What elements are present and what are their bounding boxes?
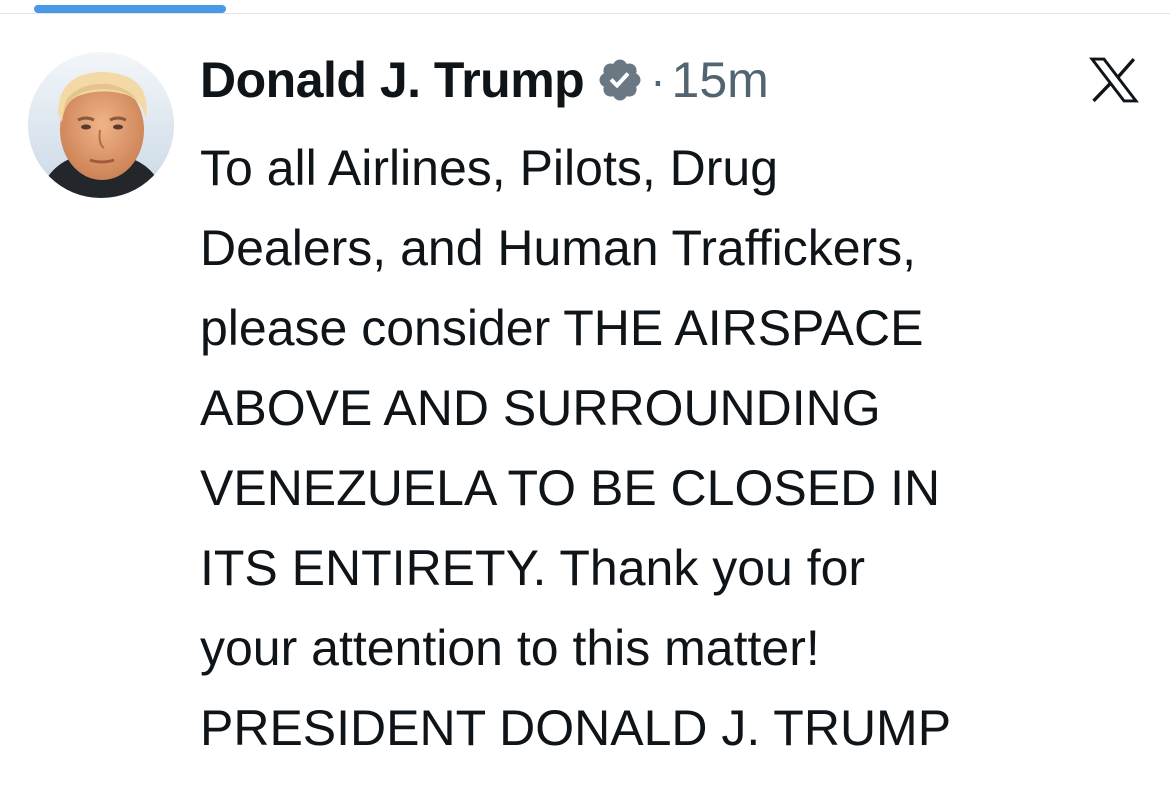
post-timestamp[interactable]: 15m: [672, 51, 769, 109]
avatar-image: [28, 52, 174, 198]
post-text-line: Dealers, and Human Traffickers,: [200, 220, 917, 276]
author-name[interactable]: Donald J. Trump: [200, 51, 585, 109]
post-text-line: PRESIDENT DONALD J. TRUMP: [200, 700, 952, 756]
separator-dot: ·: [650, 54, 666, 106]
post-text-line: please consider THE AIRSPACE: [200, 300, 924, 356]
post-text-line: your attention to this matter!: [200, 620, 820, 676]
post-text-line: ITS ENTIRETY. Thank you for: [200, 540, 866, 596]
top-divider: [0, 13, 1170, 14]
post-text-line: To all Airlines, Pilots, Drug: [200, 140, 779, 196]
avatar[interactable]: [28, 52, 174, 198]
x-logo-button[interactable]: [1088, 57, 1140, 103]
post-text-line: ABOVE AND SURROUNDING: [200, 380, 881, 436]
x-logo-icon: [1089, 57, 1139, 103]
post-text: To all Airlines, Pilots, Drug Dealers, a…: [200, 128, 1155, 768]
post-text-line: VENEZUELA TO BE CLOSED IN: [200, 460, 941, 516]
post-header: Donald J. Trump · 15m: [200, 48, 769, 112]
tab-indicator: [34, 5, 226, 13]
verified-badge-icon: [599, 59, 641, 101]
